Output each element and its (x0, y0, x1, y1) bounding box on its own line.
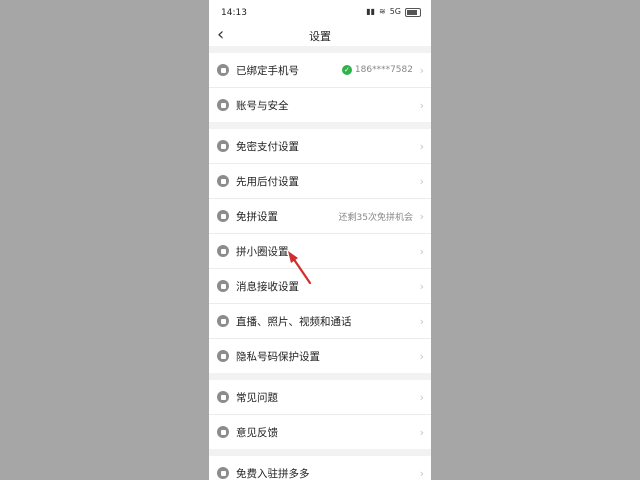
annotation-arrow-shaft (291, 256, 312, 285)
phone-screen: 14:13 ▮▮ ≋ 5G ‹ 设置 已绑定手机号 ✓ 186****7582 … (209, 0, 431, 480)
annotation-arrow (288, 251, 312, 285)
